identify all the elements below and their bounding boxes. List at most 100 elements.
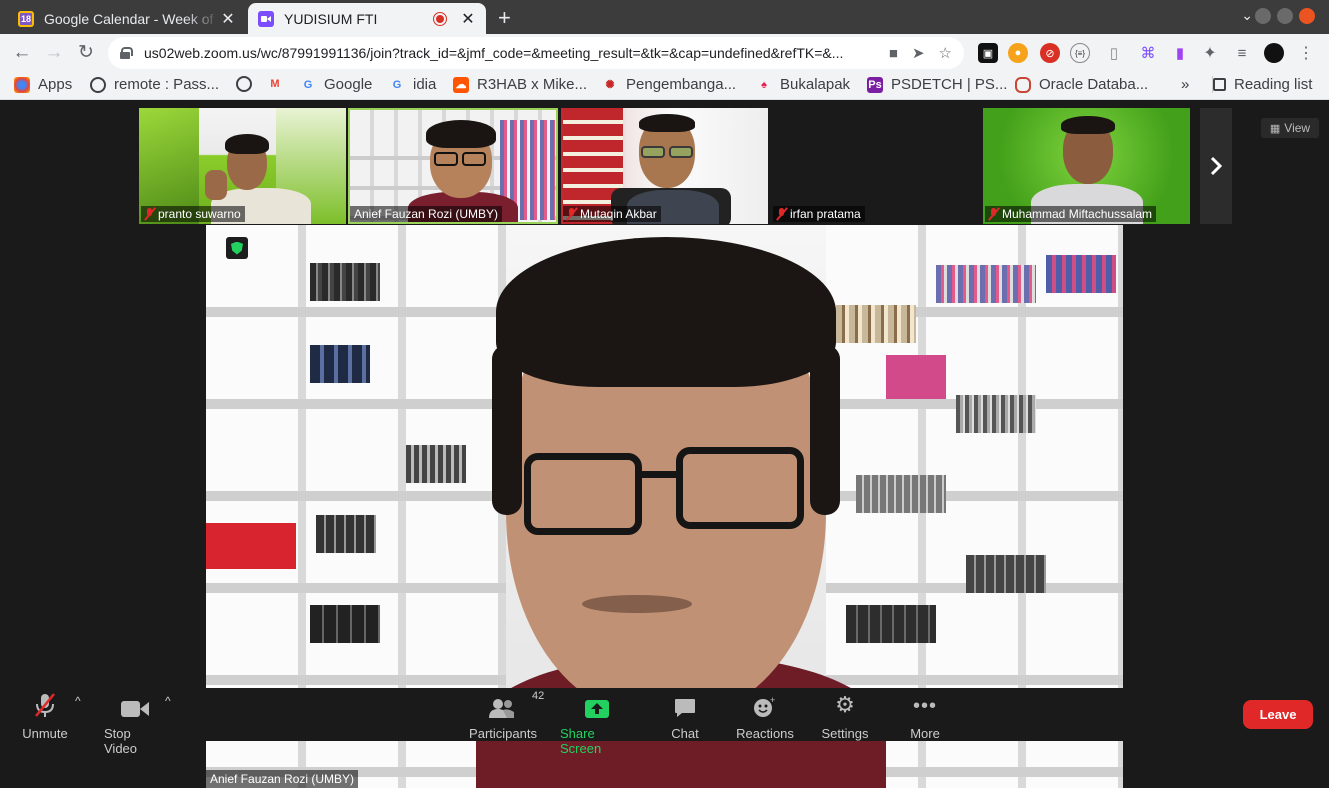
mic-muted-icon bbox=[567, 208, 576, 220]
window-close-button[interactable] bbox=[1299, 8, 1315, 24]
gmail-icon: M bbox=[270, 78, 280, 90]
zoom-icon bbox=[258, 10, 274, 27]
participant-name-label: Anief Fauzan Rozi (UMBY) bbox=[350, 206, 503, 222]
tab-title: YUDISIUM FTI bbox=[284, 10, 378, 27]
more-button[interactable]: ••• More bbox=[908, 694, 942, 741]
tab-yudisium-fti[interactable]: YUDISIUM FTI ✕ bbox=[248, 3, 486, 34]
lock-icon bbox=[120, 47, 133, 59]
share-screen-button[interactable]: Share Screen bbox=[560, 694, 634, 756]
browser-tab-strip: 18 Google Calendar - Week of ✕ YUDISIUM … bbox=[0, 0, 1329, 34]
mic-muted-icon bbox=[145, 208, 154, 220]
zoom-meeting: pranto suwarno Anief Fauzan Rozi (UMBY) … bbox=[0, 100, 1329, 788]
extension-icon[interactable]: ⌘ bbox=[1138, 43, 1158, 63]
google-icon: G bbox=[303, 78, 313, 91]
bookmark-item[interactable]: Ps PSDETCH | PS... bbox=[867, 76, 1007, 93]
url-text: us02web.zoom.us/wc/87991991136/join?trac… bbox=[144, 45, 844, 61]
bookmark-item[interactable]: M bbox=[267, 76, 291, 92]
bookmark-icon: ✺ bbox=[605, 78, 615, 91]
apps-grid-icon bbox=[14, 76, 30, 93]
extension-icon[interactable]: ▯ bbox=[1104, 43, 1124, 63]
chat-button[interactable]: Chat bbox=[666, 694, 704, 741]
video-camera-icon bbox=[121, 694, 149, 718]
bookmarks-overflow-button[interactable]: » bbox=[1181, 76, 1189, 93]
recording-icon bbox=[434, 12, 446, 25]
audio-options-caret-icon[interactable]: ^ bbox=[75, 694, 81, 708]
tab-google-calendar[interactable]: 18 Google Calendar - Week of ✕ bbox=[8, 3, 246, 34]
mic-muted-icon bbox=[989, 208, 998, 220]
globe-icon bbox=[90, 76, 106, 93]
participant-video[interactable]: Mutaqin Akbar bbox=[561, 108, 768, 224]
menu-icon[interactable]: ⋮ bbox=[1296, 43, 1316, 63]
participants-button[interactable]: 42 Participants bbox=[469, 690, 544, 741]
tab-title: Google Calendar - Week of bbox=[44, 10, 214, 27]
participant-video-active[interactable]: Anief Fauzan Rozi (UMBY) bbox=[348, 108, 558, 224]
calendar-icon: 18 bbox=[18, 10, 34, 27]
address-bar[interactable]: us02web.zoom.us/wc/87991991136/join?trac… bbox=[108, 37, 964, 69]
bookmark-item[interactable]: ♠ Bukalapak bbox=[756, 76, 850, 93]
back-icon[interactable]: ← bbox=[10, 41, 34, 65]
extension-icon[interactable]: ▣ bbox=[978, 43, 998, 63]
bookmark-item[interactable]: Oracle Databa... bbox=[1015, 76, 1148, 93]
participants-icon: 42 bbox=[488, 690, 544, 718]
close-icon[interactable]: ✕ bbox=[220, 9, 236, 29]
video-options-caret-icon[interactable]: ^ bbox=[165, 694, 171, 708]
speaker-name-label: Anief Fauzan Rozi (UMBY) bbox=[206, 770, 359, 788]
chat-icon bbox=[674, 694, 696, 718]
stop-video-button[interactable]: Stop Video bbox=[104, 694, 166, 756]
share-screen-icon bbox=[585, 694, 609, 718]
mic-muted-icon bbox=[777, 208, 786, 220]
more-dots-icon: ••• bbox=[912, 695, 937, 717]
reload-icon[interactable]: ↻ bbox=[74, 41, 98, 65]
leave-button[interactable]: Leave bbox=[1243, 700, 1313, 729]
view-button[interactable]: ▦ View bbox=[1261, 118, 1319, 138]
ps-icon: Ps bbox=[867, 76, 883, 93]
media-control-icon[interactable]: ≡ bbox=[1232, 43, 1252, 63]
reading-list-button[interactable]: Reading list bbox=[1212, 76, 1312, 93]
tab-search-icon[interactable]: ⌄ bbox=[1241, 7, 1253, 24]
minimize-button[interactable] bbox=[1255, 8, 1271, 24]
reactions-icon: + bbox=[753, 694, 777, 718]
send-icon[interactable]: ➤ bbox=[912, 44, 925, 62]
participant-video[interactable]: Muhammad Miftachussalam bbox=[983, 108, 1190, 224]
window-controls bbox=[1255, 8, 1315, 24]
extension-icon[interactable]: ▮ bbox=[1170, 43, 1190, 63]
browser-toolbar: ← → ↻ us02web.zoom.us/wc/87991991136/joi… bbox=[0, 34, 1329, 72]
participant-video[interactable]: irfan pratama bbox=[771, 108, 978, 224]
bookmark-item[interactable] bbox=[236, 76, 260, 92]
next-page-button[interactable] bbox=[1200, 108, 1232, 224]
puzzle-icon[interactable]: ✦ bbox=[1200, 43, 1220, 63]
security-shield-icon[interactable] bbox=[226, 237, 248, 259]
extension-icon[interactable]: ● bbox=[1008, 43, 1028, 63]
oracle-icon bbox=[1015, 76, 1031, 93]
extension-icon[interactable]: ⊘ bbox=[1040, 43, 1060, 63]
bukalapak-icon: ♠ bbox=[761, 78, 767, 91]
participant-video[interactable]: pranto suwarno bbox=[139, 108, 346, 224]
extension-icon[interactable]: {≡} bbox=[1070, 43, 1090, 63]
participant-name-label: Mutaqin Akbar bbox=[563, 206, 661, 222]
bookmark-item[interactable]: ✺ Pengembanga... bbox=[602, 76, 736, 93]
bookmarks-bar: Apps remote : Pass... M G Google Gidia ☁ R… bbox=[0, 72, 1329, 100]
new-tab-button[interactable]: + bbox=[498, 5, 511, 31]
star-icon[interactable]: ☆ bbox=[939, 44, 952, 62]
google-icon: G bbox=[392, 78, 402, 91]
maximize-button[interactable] bbox=[1277, 8, 1293, 24]
bookmark-item[interactable]: ☁ R3HAB x Mike... bbox=[453, 76, 587, 93]
participant-name-label: Muhammad Miftachussalam bbox=[985, 206, 1157, 222]
bookmark-item[interactable]: G Google bbox=[300, 76, 373, 93]
reactions-button[interactable]: + Reactions bbox=[736, 694, 794, 741]
bookmark-item[interactable]: remote : Pass... bbox=[90, 76, 219, 93]
meeting-controls-bar: Unmute ^ Stop Video ^ 42 Participants Sh… bbox=[0, 688, 1329, 756]
bookmark-apps[interactable]: Apps bbox=[14, 76, 72, 93]
unmute-button[interactable]: Unmute bbox=[20, 693, 70, 741]
avatar[interactable] bbox=[1264, 43, 1284, 63]
grid-icon: ▦ bbox=[1269, 122, 1281, 135]
gear-icon: ⚙ bbox=[835, 692, 855, 717]
svg-text:+: + bbox=[770, 696, 775, 705]
soundcloud-icon: ☁ bbox=[453, 76, 469, 93]
settings-button[interactable]: ⚙ Settings bbox=[822, 692, 869, 741]
bookmark-item[interactable]: Gidia bbox=[389, 76, 437, 93]
close-icon[interactable]: ✕ bbox=[460, 9, 476, 29]
forward-icon[interactable]: → bbox=[42, 41, 66, 65]
participant-name-label: pranto suwarno bbox=[141, 206, 245, 222]
camera-blocked-icon[interactable]: ■ bbox=[889, 45, 898, 62]
